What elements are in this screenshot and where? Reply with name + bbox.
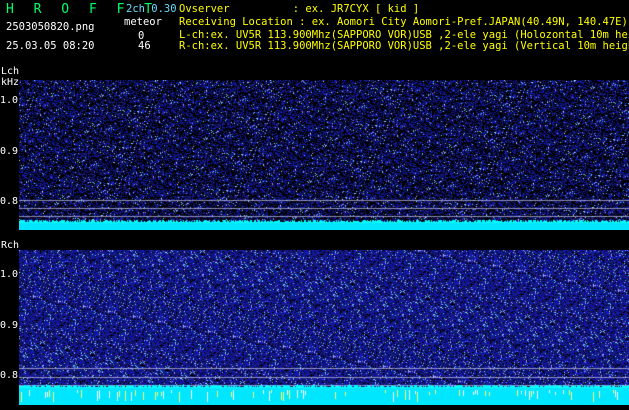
datetime-label: 25.03.05 08:20 — [6, 40, 95, 52]
lch-ytick-0.9: 0.9 — [0, 146, 19, 157]
rch-ytick-0.9: 0.9 — [0, 320, 19, 331]
rch-description: R-ch:ex. UV5R 113.900Mhz(SAPPORO VOR)USB… — [179, 40, 629, 52]
rch-ytick-1.0: 1.0 — [0, 269, 19, 280]
rch-spectrogram — [19, 250, 629, 405]
rch-meteor-count: 46 — [138, 40, 151, 52]
meteor-label: meteor — [124, 16, 162, 28]
mode-label: 2ch 0.30 — [126, 3, 177, 15]
rch-ytick-0.8: 0.8 — [0, 370, 19, 381]
lch-description: L-ch:ex. UV5R 113.900Mhz(SAPPORO VOR)USB… — [179, 29, 629, 41]
lch-spectrogram — [19, 80, 629, 230]
lch-ytick-1.0: 1.0 — [0, 95, 19, 106]
location-line: Receiving Location : ex. Aomori City Aom… — [179, 16, 628, 28]
observer-line: Ovserver : ex. JR7CYX [ kid ] — [179, 3, 420, 15]
lch-unit: kHz — [1, 77, 20, 88]
filename-label: 2503050820.png — [6, 21, 95, 33]
rch-label: Rch — [1, 240, 20, 251]
lch-label: Lch — [1, 66, 20, 77]
lch-ytick-0.8: 0.8 — [0, 196, 19, 207]
